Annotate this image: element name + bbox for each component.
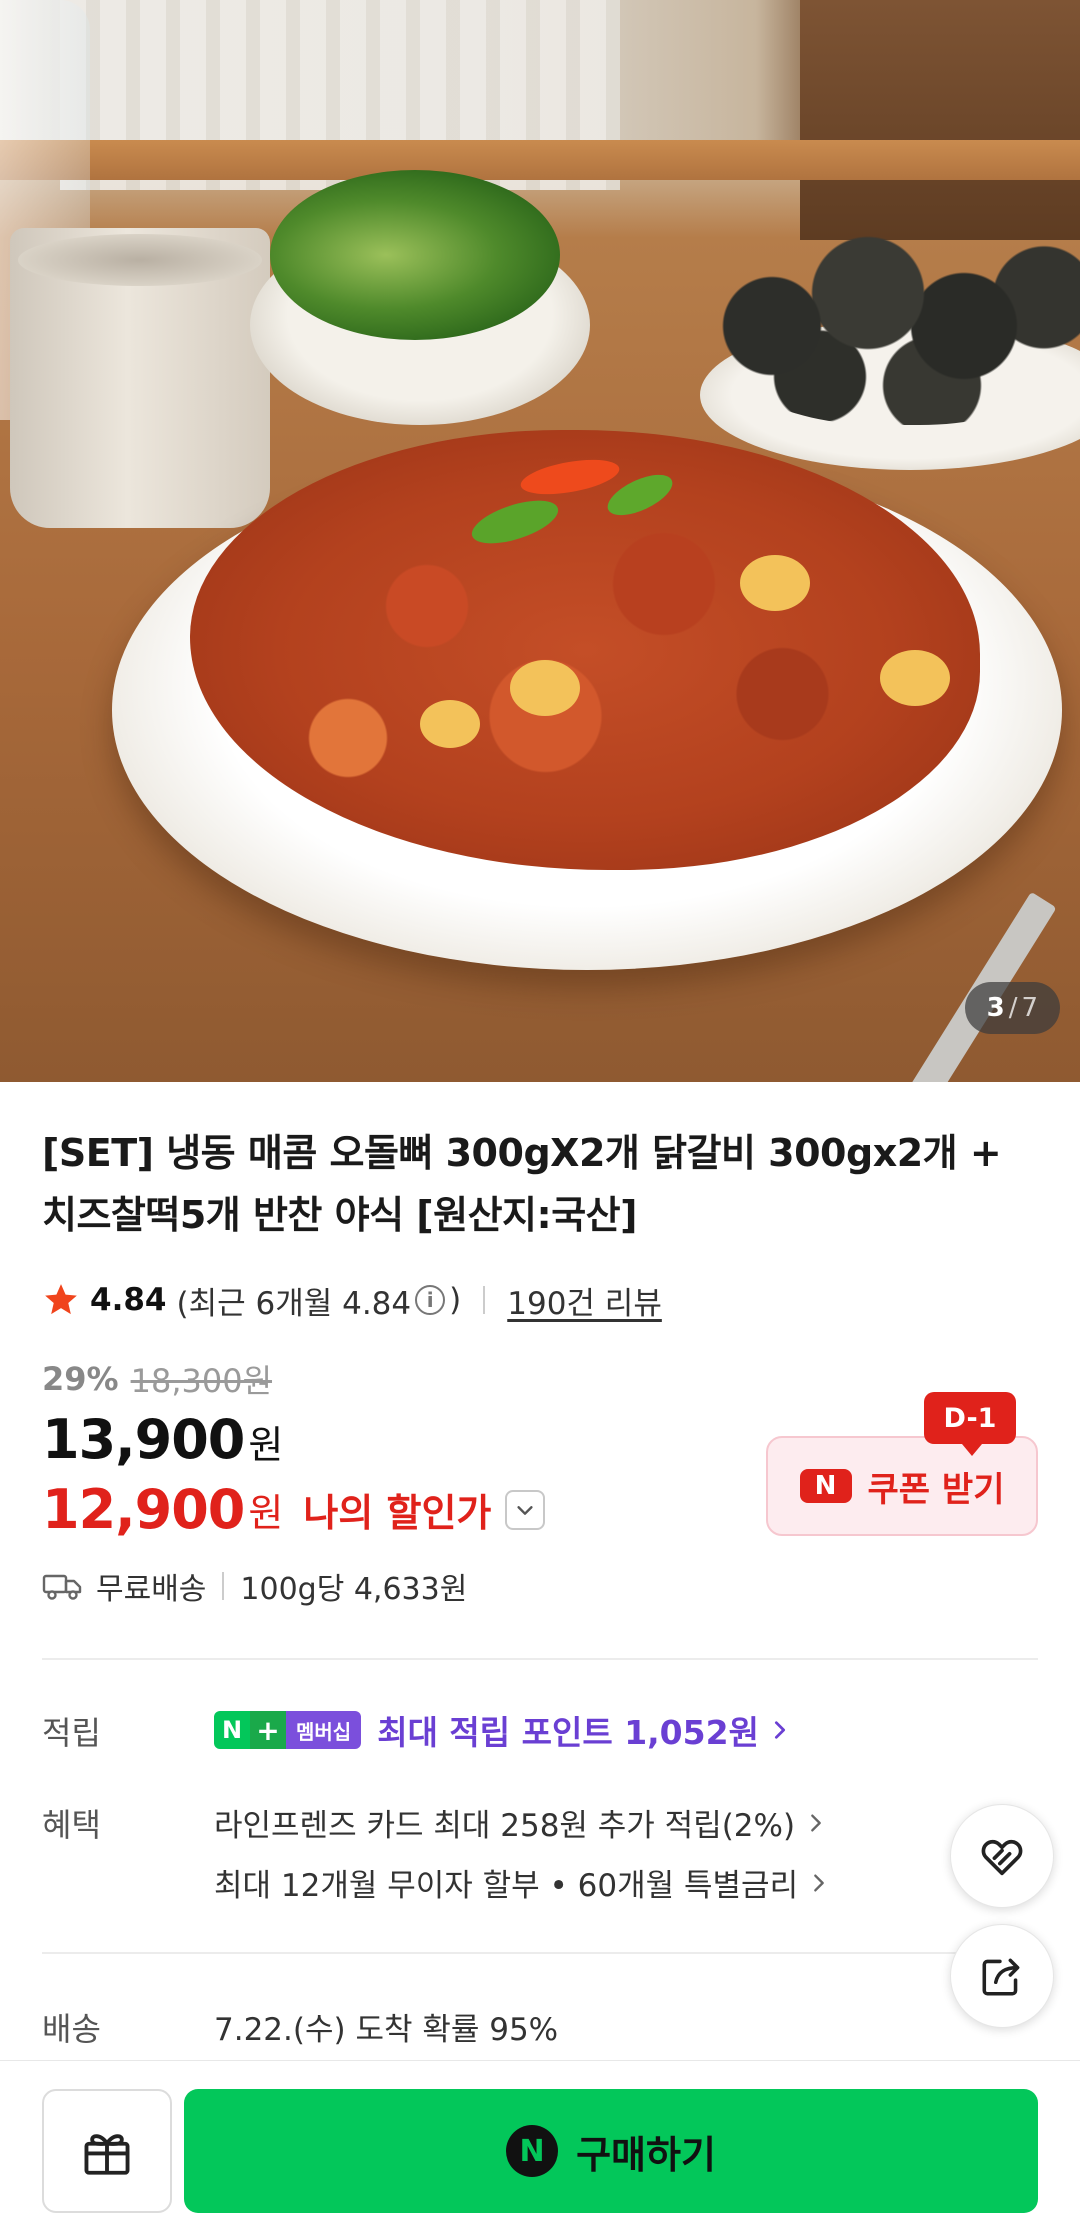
np-n: N xyxy=(214,1711,250,1749)
ceramic-cup xyxy=(10,228,270,528)
product-image-gallery[interactable]: 3 / 7 xyxy=(0,0,1080,1082)
image-counter-total: 7 xyxy=(1021,993,1038,1023)
divider xyxy=(222,1572,225,1600)
coupon-button[interactable]: N 쿠폰 받기 xyxy=(766,1436,1038,1536)
wishlist-button[interactable] xyxy=(950,1804,1054,1908)
np-member: 멤버십 xyxy=(286,1711,362,1749)
divider xyxy=(483,1286,486,1314)
benefit-card-text: 라인프렌즈 카드 최대 258원 추가 적립(2%) xyxy=(214,1808,796,1844)
rating-score: 4.84 xyxy=(90,1282,167,1318)
free-shipping: 무료배송 xyxy=(96,1572,207,1607)
bottom-action-bar: N 구매하기 xyxy=(0,2060,1080,2240)
points-row[interactable]: N + 멤버십 최대 적립 포인트 1,052원 xyxy=(214,1706,791,1754)
image-counter-current: 3 xyxy=(986,993,1005,1023)
rating-row: 4.84 (최근 6개월 4.84 i ) 190건 리뷰 xyxy=(42,1272,662,1328)
sale-price-row: 13,900 원 xyxy=(42,1408,283,1471)
naver-n-icon: N xyxy=(799,1469,852,1503)
unit-price: 100g당 4,633원 xyxy=(240,1572,468,1607)
garlic-slice xyxy=(420,700,480,748)
benefits-label: 혜택 xyxy=(42,1806,101,1844)
garlic-slice xyxy=(510,660,580,716)
share-button[interactable] xyxy=(950,1924,1054,2028)
my-price-row[interactable]: 12,900 원 나의 할인가 xyxy=(42,1478,546,1541)
points-label: 적립 xyxy=(42,1714,101,1752)
info-icon[interactable]: i xyxy=(415,1285,446,1315)
chevron-right-icon xyxy=(814,1873,824,1892)
max-points-text: 최대 적립 포인트 1,052원 xyxy=(377,1713,759,1752)
chevron-right-icon xyxy=(774,1721,785,1739)
my-price-label: 나의 할인가 xyxy=(303,1491,492,1535)
rating-recent-close: ) xyxy=(449,1282,462,1318)
review-link[interactable]: 190건 리뷰 xyxy=(507,1278,662,1323)
chevron-right-icon xyxy=(811,1813,821,1832)
heart-link-icon xyxy=(981,1839,1023,1876)
truck-icon xyxy=(42,1574,82,1600)
image-counter-separator: / xyxy=(1008,993,1018,1023)
chevron-down-icon[interactable] xyxy=(505,1489,546,1530)
naver-plus-membership-badge: N + 멤버십 xyxy=(214,1711,362,1749)
my-price: 12,900 xyxy=(42,1478,245,1541)
share-icon xyxy=(982,1958,1020,1996)
sale-price: 13,900 xyxy=(42,1408,245,1471)
section-divider xyxy=(42,1658,1038,1660)
garlic-slice xyxy=(880,650,950,706)
star-icon xyxy=(45,1284,77,1315)
rating-recent: (최근 6개월 4.84 xyxy=(176,1285,412,1322)
table-edge xyxy=(0,140,1080,180)
gift-button[interactable] xyxy=(42,2089,172,2213)
garlic-slice xyxy=(740,555,810,611)
np-plus: + xyxy=(250,1711,286,1749)
rice-balls xyxy=(700,205,1080,425)
background-shelf xyxy=(800,0,1080,240)
discount-rate: 29% xyxy=(42,1360,119,1398)
coupon-label: 쿠폰 받기 xyxy=(867,1469,1005,1510)
delivery-estimate: 7.22.(수) 도착 확률 95% xyxy=(214,2012,559,2048)
section-divider xyxy=(42,1952,1038,1954)
buy-button[interactable]: N 구매하기 xyxy=(184,2089,1038,2213)
dday-badge: D-1 xyxy=(924,1392,1016,1456)
buy-button-label: 구매하기 xyxy=(576,2132,716,2177)
sale-price-unit: 원 xyxy=(248,1423,284,1467)
image-counter: 3 / 7 xyxy=(964,982,1060,1034)
my-price-unit: 원 xyxy=(248,1491,284,1535)
benefit-installment-text: 최대 12개월 무이자 할부 • 60개월 특별금리 xyxy=(214,1868,799,1904)
gift-icon xyxy=(84,2134,130,2175)
naver-pay-icon: N xyxy=(506,2125,559,2177)
benefit-item[interactable]: 최대 12개월 무이자 할부 • 60개월 특별금리 xyxy=(214,1860,830,1905)
original-price: 18,300원 xyxy=(130,1362,273,1400)
shipping-row: 무료배송 100g당 4,633원 xyxy=(42,1564,467,1608)
product-title: [SET] 냉동 매콤 오돌뼈 300gX2개 닭갈비 300gx2개 + 치즈… xyxy=(42,1131,1002,1237)
salad xyxy=(270,170,560,340)
discount-row: 29% 18,300원 xyxy=(42,1356,272,1402)
benefit-item[interactable]: 라인프렌즈 카드 최대 258원 추가 적립(2%) xyxy=(214,1800,827,1845)
delivery-label: 배송 xyxy=(42,2010,101,2048)
